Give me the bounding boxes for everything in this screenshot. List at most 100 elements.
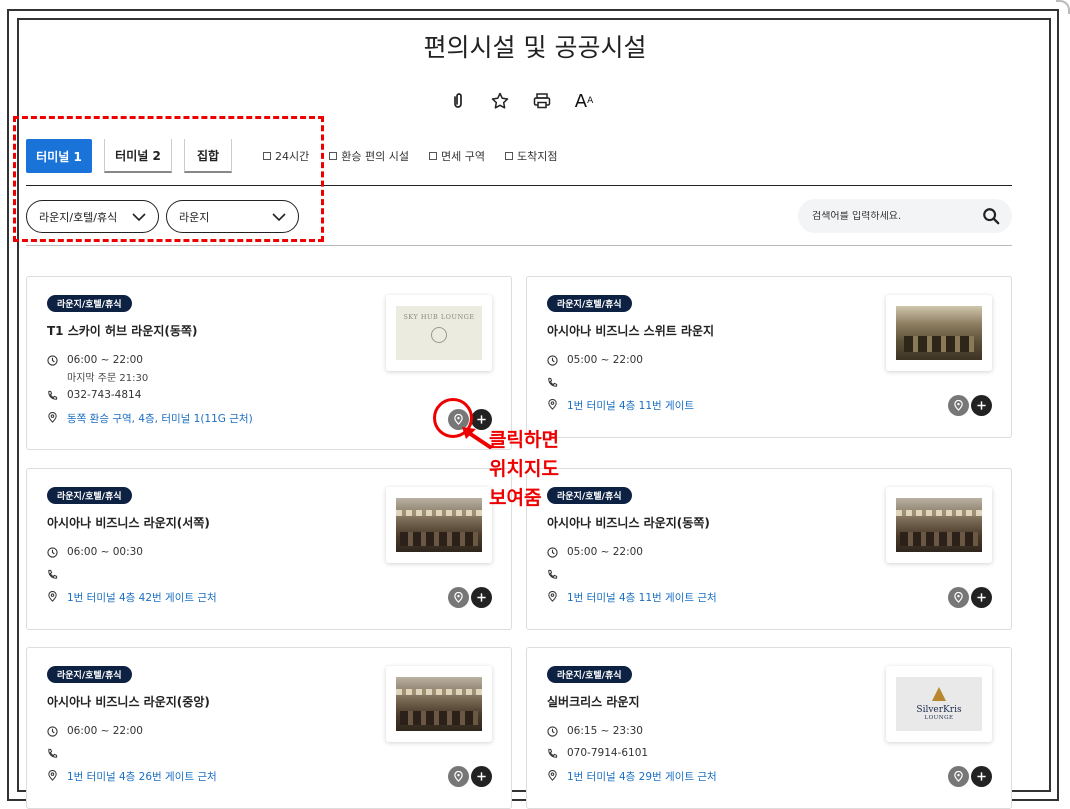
page-title: 편의시설 및 공공시설 <box>423 33 647 62</box>
filter-transfer[interactable]: 환승 편의 시설 <box>329 148 409 164</box>
location-row: 1번 터미널 4층 11번 게이트 근처 <box>547 590 717 605</box>
font-size-big-label: A <box>574 90 588 112</box>
phone-icon <box>48 569 58 579</box>
hours-row: 06:00 ~ 00:30 <box>47 546 143 558</box>
location-row: 1번 터미널 4층 42번 게이트 근처 <box>47 590 217 605</box>
location-text[interactable]: 동쪽 환승 구역, 4층, 터미널 1(11G 근처) <box>67 411 253 426</box>
suite-lounge-photo <box>896 306 982 360</box>
search-input[interactable] <box>812 210 972 222</box>
facility-name[interactable]: 아시아나 비즈니스 라운지(서쪽) <box>47 514 210 531</box>
location-row: 1번 터미널 4층 26번 게이트 근처 <box>47 769 217 784</box>
location-text[interactable]: 1번 터미널 4층 11번 게이트 근처 <box>567 590 717 605</box>
location-text[interactable]: 1번 터미널 4층 42번 게이트 근처 <box>67 590 217 605</box>
location-text[interactable]: 1번 터미널 4층 11번 게이트 <box>567 398 694 413</box>
logo-emblem <box>431 327 447 343</box>
phone-text: 070-7914-6101 <box>567 747 649 759</box>
map-location-button[interactable] <box>948 395 969 416</box>
add-button[interactable] <box>471 587 492 608</box>
add-button[interactable] <box>971 766 992 787</box>
facility-card[interactable]: 라운지/호텔/휴식 아시아나 비즈니스 라운지(서쪽) 06:00 ~ 00:3… <box>26 468 512 630</box>
map-location-button[interactable] <box>448 587 469 608</box>
clock-icon <box>547 355 558 366</box>
annotation-line: 보여줌 <box>489 487 542 509</box>
pin-icon <box>48 412 57 423</box>
hours-row: 06:15 ~ 23:30 <box>547 725 643 737</box>
map-location-button[interactable] <box>948 587 969 608</box>
location-row: 1번 터미널 4층 11번 게이트 <box>547 398 694 413</box>
facility-thumbnail[interactable]: SKY HUB LOUNGE <box>386 295 492 371</box>
add-button[interactable] <box>971 587 992 608</box>
facility-name[interactable]: 실버크리스 라운지 <box>547 693 640 710</box>
pin-icon <box>48 591 57 602</box>
add-button[interactable] <box>471 766 492 787</box>
bird-logo-mark <box>932 687 946 701</box>
print-icon[interactable] <box>531 90 553 112</box>
category-badge: 라운지/호텔/휴식 <box>47 487 132 504</box>
checkbox[interactable] <box>504 152 513 160</box>
silverkris-lounge-logo: SilverKris LOUNGE <box>896 677 982 731</box>
checkbox[interactable] <box>428 152 437 160</box>
pin-icon <box>954 771 963 782</box>
facility-card[interactable]: 라운지/호텔/휴식 실버크리스 라운지 06:15 ~ 23:30 070-79… <box>526 647 1012 809</box>
location-row: 1번 터미널 4층 29번 게이트 근처 <box>547 769 717 784</box>
card-actions <box>948 766 992 787</box>
font-size-icon[interactable]: AA <box>573 90 595 112</box>
phone-text: 032-743-4814 <box>67 389 142 401</box>
plus-icon <box>477 593 486 602</box>
pin-icon <box>454 771 463 782</box>
clip-icon[interactable] <box>447 90 469 112</box>
star-icon[interactable] <box>489 90 511 112</box>
facility-card[interactable]: 라운지/호텔/휴식 아시아나 비즈니스 라운지(중앙) 06:00 ~ 22:0… <box>26 647 512 809</box>
logo-subtext: LOUNGE <box>924 715 954 721</box>
hours-text: 06:00 ~ 22:00 <box>67 725 143 737</box>
hours-text: 06:15 ~ 23:30 <box>567 725 643 737</box>
filter-dutyfree[interactable]: 면세 구역 <box>428 148 485 164</box>
plus-icon <box>977 772 986 781</box>
card-actions <box>948 395 992 416</box>
location-text[interactable]: 1번 터미널 4층 26번 게이트 근처 <box>67 769 217 784</box>
facility-card[interactable]: 라운지/호텔/휴식 아시아나 비즈니스 라운지(동쪽) 05:00 ~ 22:0… <box>526 468 1012 630</box>
card-actions <box>448 587 492 608</box>
phone-row: 032-743-4814 <box>47 389 141 401</box>
add-button[interactable] <box>971 395 992 416</box>
clock-icon <box>547 726 558 737</box>
facility-thumbnail[interactable]: SilverKris LOUNGE <box>886 666 992 742</box>
clock-icon <box>47 547 58 558</box>
facility-card[interactable]: 라운지/호텔/휴식 아시아나 비즈니스 스위트 라운지 05:00 ~ 22:0… <box>526 276 1012 438</box>
facility-thumbnail[interactable] <box>386 487 492 563</box>
hours-row: 06:00 ~ 22:00 <box>47 725 143 737</box>
lounge-photo <box>396 498 482 552</box>
facility-name[interactable]: 아시아나 비즈니스 라운지(동쪽) <box>547 514 710 531</box>
annotation-line: 클릭하면 <box>489 429 559 451</box>
facility-thumbnail[interactable] <box>386 666 492 742</box>
plus-icon <box>977 593 986 602</box>
phone-icon <box>48 390 58 400</box>
facility-thumbnail[interactable] <box>886 487 992 563</box>
map-location-button[interactable] <box>948 766 969 787</box>
location-text[interactable]: 1번 터미널 4층 29번 게이트 근처 <box>567 769 717 784</box>
lounge-photo <box>396 677 482 731</box>
sky-hub-lounge-logo: SKY HUB LOUNGE <box>396 306 482 360</box>
plus-icon <box>477 415 486 424</box>
clock-icon <box>47 355 58 366</box>
phone-icon <box>548 748 558 758</box>
facility-name[interactable]: 아시아나 비즈니스 스위트 라운지 <box>547 322 714 339</box>
logo-text: SKY HUB LOUNGE <box>403 313 475 321</box>
annotation-line: 위치지도 <box>489 458 559 480</box>
facility-name[interactable]: 아시아나 비즈니스 라운지(중앙) <box>47 693 210 710</box>
facility-name[interactable]: T1 스카이 허브 라운지(동쪽) <box>47 322 197 339</box>
phone-icon <box>548 569 558 579</box>
search-icon[interactable] <box>982 207 1000 225</box>
hours-row: 06:00 ~ 22:00 마지막 주문 21:30 <box>47 354 148 384</box>
filter-arrival[interactable]: 도착지점 <box>504 148 557 164</box>
map-location-button[interactable] <box>448 766 469 787</box>
facility-thumbnail[interactable] <box>886 295 992 371</box>
pin-icon <box>454 592 463 603</box>
font-size-small-label: A <box>587 96 594 106</box>
location-row: 동쪽 환승 구역, 4층, 터미널 1(11G 근처) <box>47 411 253 426</box>
phone-row <box>47 568 67 580</box>
pin-icon <box>954 592 963 603</box>
hours-note: 마지막 주문 21:30 <box>67 373 149 384</box>
toolbar: AA <box>447 90 595 112</box>
checkbox[interactable] <box>329 152 338 160</box>
